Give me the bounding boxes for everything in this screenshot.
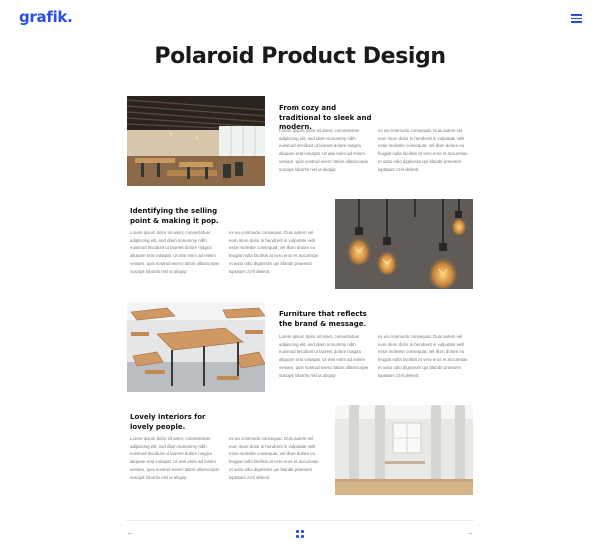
hanging-light-bulbs-image	[335, 199, 473, 289]
section-body-col1: Lorem ipsum dolor sit amet, consectetuer…	[130, 230, 220, 274]
page-title: Polaroid Product Design	[154, 44, 446, 69]
section-heading: Identifying the selling point & making i…	[130, 207, 219, 225]
section-body-col2: ex ea commodo consequat. Duis autem vel …	[378, 334, 468, 378]
footer-divider	[126, 520, 474, 521]
section-body-col1: Lorem ipsum dolor sit amet, consectetuer…	[279, 128, 369, 172]
grid-icon[interactable]	[296, 530, 304, 538]
bright-hall-interior-image	[335, 405, 473, 495]
section-body-col2: ex ea commodo consequat. Duis autem vel …	[378, 128, 468, 172]
section-heading: Lovely interiors for lovely people.	[130, 413, 206, 431]
hamburger-icon[interactable]	[571, 14, 582, 23]
section-body-col1: Lorem ipsum dolor sit amet, consectetuer…	[279, 334, 369, 378]
section-body-col1: Lorem ipsum dolor sit amet, consectetuer…	[130, 436, 220, 480]
section-heading: Furniture that reflects the brand & mess…	[279, 310, 367, 328]
logo[interactable]: grafik.	[19, 8, 73, 26]
next-arrow-icon[interactable]: →	[465, 528, 474, 537]
wooden-tables-and-chairs-image	[127, 302, 265, 392]
restaurant-interior-image	[127, 96, 265, 186]
section-body-col2: ex ea commodo consequat. Duis autem vel …	[229, 436, 319, 480]
section-body-col2: ex ea commodo consequat. Duis autem vel …	[229, 230, 319, 274]
prev-arrow-icon[interactable]: ←	[126, 528, 135, 537]
